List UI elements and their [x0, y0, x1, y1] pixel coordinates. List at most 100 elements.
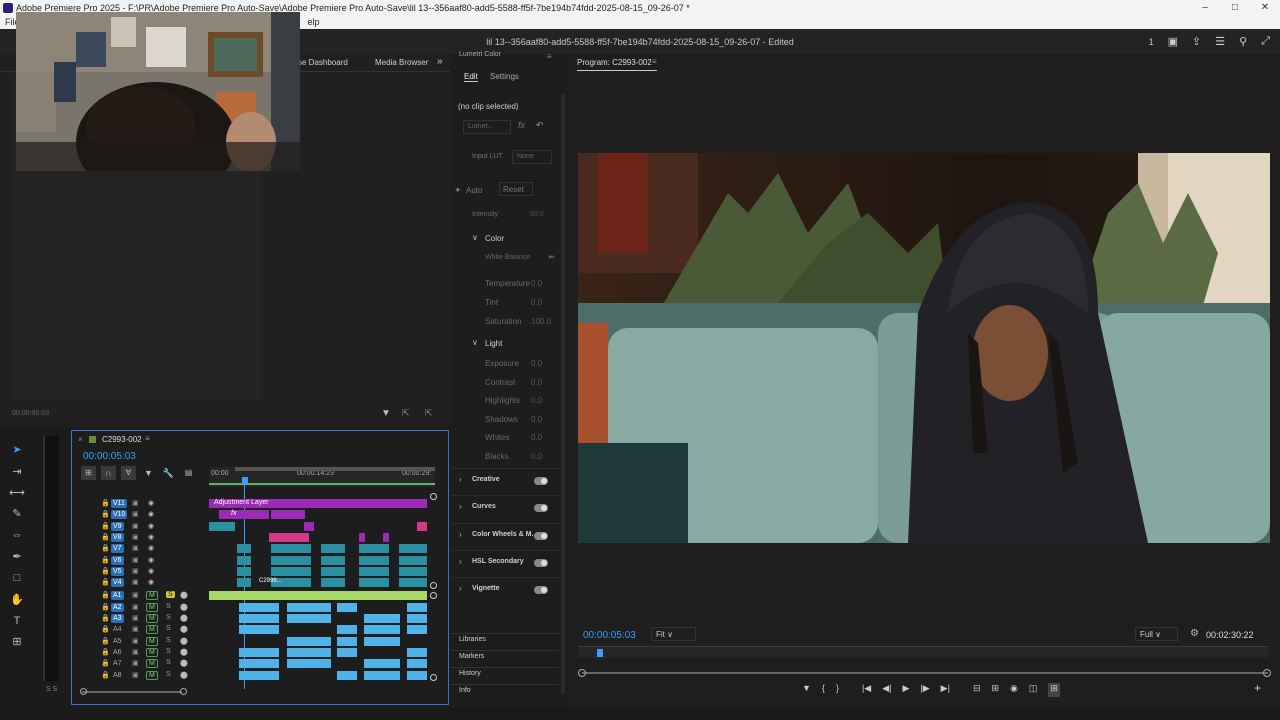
selection-tool-icon[interactable]: ➤ [9, 442, 25, 458]
clip[interactable] [321, 566, 345, 576]
program-title[interactable]: Program: C2993-002 [577, 58, 652, 67]
slip-tool-icon[interactable]: ⇔ [9, 527, 25, 543]
clip[interactable] [399, 578, 427, 588]
captions-icon[interactable]: ▤ [181, 466, 196, 480]
clip[interactable] [271, 555, 311, 565]
track-select-icon[interactable]: ⇥ [9, 464, 25, 480]
bottom-tab[interactable]: History [459, 670, 481, 677]
section-toggle[interactable] [534, 531, 548, 540]
new-bin-icon[interactable]: ⇱ [402, 408, 410, 419]
track-output-icon[interactable]: ▣ [132, 522, 139, 530]
voiceover-mic-icon[interactable]: ⬤ [180, 637, 188, 645]
solo-button[interactable]: S [166, 637, 171, 644]
clip[interactable] [359, 555, 389, 565]
track-output-icon[interactable]: ▣ [132, 556, 139, 564]
clip[interactable] [383, 532, 389, 542]
track-scroll-top[interactable] [430, 493, 437, 500]
tab-media-browser[interactable]: Media Browser [375, 58, 428, 67]
track-lock-icon[interactable]: 🔒 [101, 648, 110, 656]
audio-clip[interactable] [287, 614, 331, 623]
audio-clip[interactable] [364, 614, 400, 623]
audio-clip[interactable] [407, 647, 427, 657]
color-chevron-icon[interactable]: ∨ [472, 233, 478, 242]
audio-track-label[interactable]: A5 [111, 637, 124, 646]
track-eye-icon[interactable]: ◉ [148, 544, 154, 552]
audio-clip[interactable] [407, 670, 427, 680]
audio-track-label[interactable]: A4 [111, 625, 124, 634]
section-label[interactable]: Color Wheels & M... [472, 531, 537, 538]
section-label[interactable]: Vignette [472, 585, 500, 592]
section-chevron-icon[interactable]: › [459, 530, 462, 539]
clip[interactable] [399, 555, 427, 565]
lumetri-tab-settings[interactable]: Settings [490, 72, 519, 81]
hand-tool-icon[interactable]: ✋ [9, 592, 25, 608]
section-label[interactable]: Curves [472, 503, 496, 510]
track-eye-icon[interactable]: ◉ [148, 567, 154, 575]
menu-help[interactable]: elp [303, 17, 325, 27]
track-eye-icon[interactable]: ◉ [148, 499, 154, 507]
audio-clip[interactable] [239, 614, 279, 623]
clip[interactable] [399, 544, 427, 554]
light-row-value[interactable]: 0.0 [531, 378, 542, 387]
mute-button[interactable]: M [146, 647, 158, 657]
mute-button[interactable]: M [146, 591, 158, 601]
mute-button[interactable]: M [146, 636, 158, 646]
mark-in-icon[interactable]: { [822, 683, 825, 697]
solo-button[interactable]: S [166, 603, 171, 610]
mark-out-icon[interactable]: } [836, 683, 839, 697]
track-sync-icon[interactable]: ▣ [132, 659, 139, 667]
fx-icon[interactable]: fx [518, 120, 525, 130]
video-track-label[interactable]: V11 [111, 499, 127, 508]
settings-wrench-icon[interactable]: 🔧 [161, 466, 176, 480]
program-playhead[interactable] [597, 649, 603, 657]
audio-clip[interactable] [287, 636, 331, 646]
audio-clip[interactable] [239, 602, 279, 612]
go-to-out-icon[interactable]: ▶| [941, 683, 950, 697]
color-row-value[interactable]: 0.0 [531, 279, 542, 288]
track-lock-icon[interactable]: 🔒 [101, 603, 110, 611]
track-scroll-bottom[interactable] [430, 673, 437, 681]
track-sync-icon[interactable]: ▣ [132, 648, 139, 656]
video-track-label[interactable]: V7 [111, 544, 124, 554]
lumetri-title[interactable]: Lumetri Color [459, 51, 501, 58]
clip[interactable] [359, 566, 389, 576]
voiceover-mic-icon[interactable]: ⬤ [180, 625, 188, 633]
track-eye-icon[interactable]: ◉ [148, 522, 154, 530]
clip[interactable] [399, 566, 427, 576]
video-track-label[interactable]: V9 [111, 521, 124, 531]
audio-clip[interactable] [407, 625, 427, 635]
extract-icon[interactable]: ⊞ [991, 683, 999, 697]
solo-button[interactable]: S [166, 614, 171, 621]
track-lock-icon[interactable]: 🔒 [101, 499, 110, 507]
audio-track-label[interactable]: A8 [111, 671, 124, 680]
voiceover-mic-icon[interactable]: ⬤ [180, 671, 188, 679]
track-eye-icon[interactable]: ◉ [148, 556, 154, 564]
voiceover-mic-icon[interactable]: ⬤ [180, 603, 188, 611]
program-timecode[interactable]: 00:00:05:03 [583, 630, 636, 641]
voiceover-mic-icon[interactable]: ⬤ [180, 648, 188, 656]
clip[interactable] [321, 555, 345, 565]
program-mini-ruler[interactable] [578, 646, 1268, 658]
light-chevron-icon[interactable]: ∨ [472, 338, 478, 347]
share-icon[interactable]: ⇪ [1192, 35, 1201, 48]
lumetri-tab-edit[interactable]: Edit [464, 72, 478, 82]
audio-clip[interactable] [337, 625, 357, 635]
track-output-icon[interactable]: ▣ [132, 578, 139, 586]
audio-clip[interactable] [239, 647, 279, 657]
clip[interactable] [209, 521, 235, 531]
audio-clip[interactable] [239, 659, 279, 669]
more-tabs-icon[interactable]: » [437, 56, 443, 67]
mute-button[interactable]: M [146, 659, 158, 669]
video-track-label[interactable]: V6 [111, 555, 124, 565]
auto-button[interactable]: Auto [466, 186, 482, 195]
clip[interactable] [271, 544, 311, 554]
section-label[interactable]: Creative [472, 476, 500, 483]
quality-dropdown[interactable]: Full ∨ [1135, 627, 1178, 641]
nest-icon[interactable]: ⊞ [81, 466, 96, 480]
program-menu-icon[interactable]: ≡ [652, 57, 657, 66]
audio-track-label[interactable]: A2 [111, 602, 124, 612]
track-lock-icon[interactable]: 🔒 [101, 567, 110, 575]
video-track-label[interactable]: V10 [111, 510, 128, 520]
maximize-icon[interactable]: □ [1220, 0, 1250, 15]
track-output-icon[interactable]: ▣ [132, 510, 139, 518]
